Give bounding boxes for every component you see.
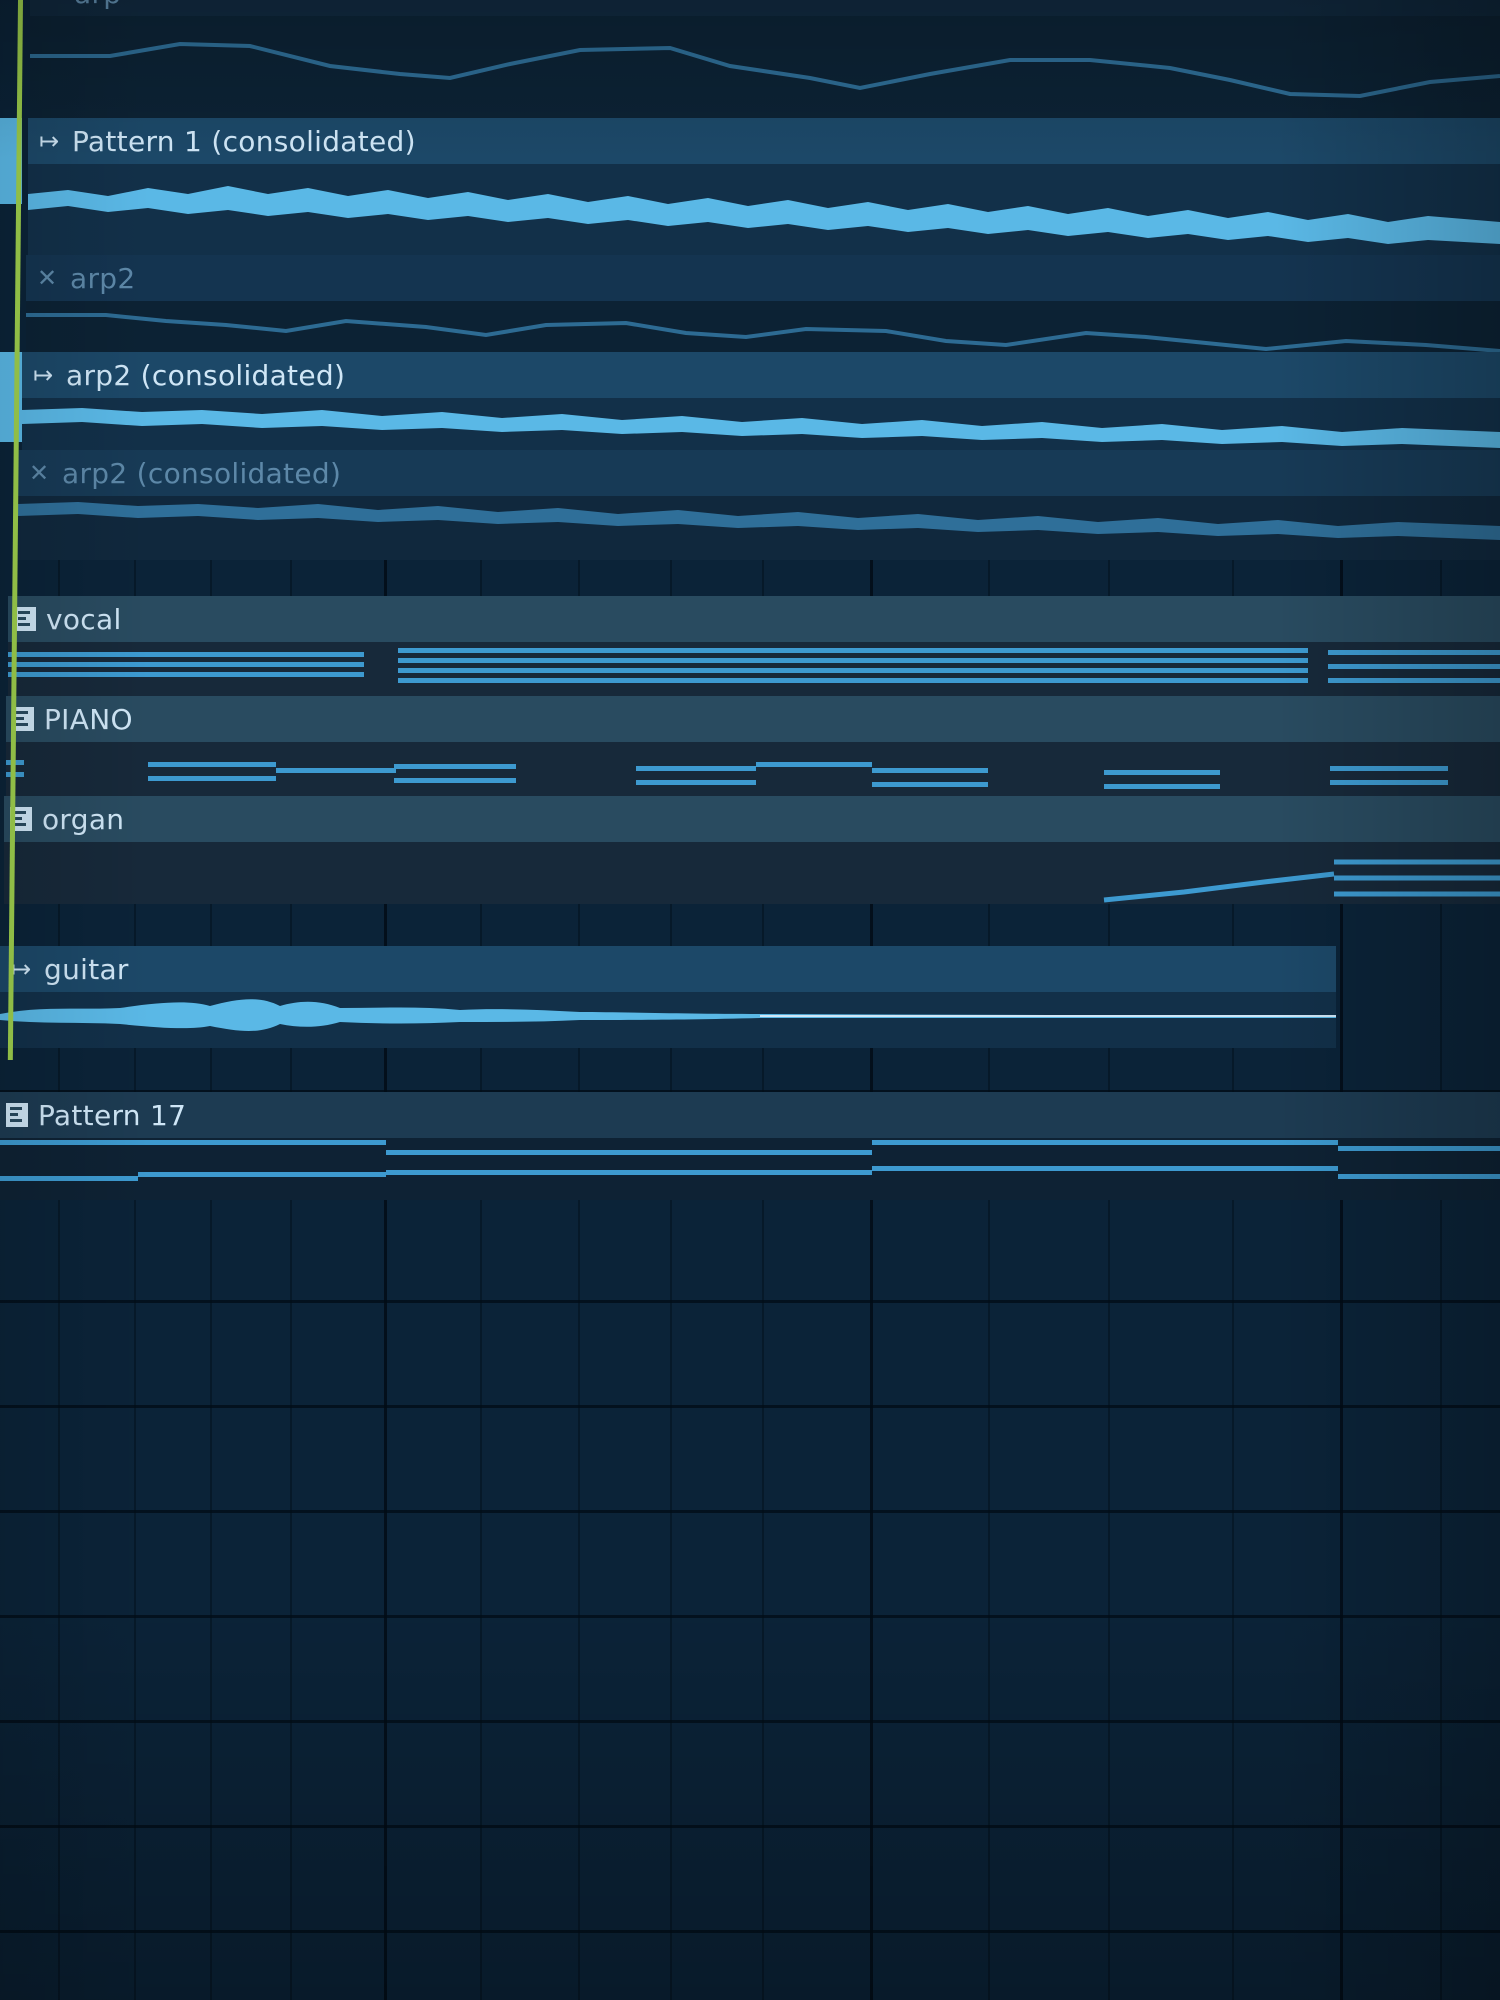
note	[148, 762, 276, 767]
clip-arp2-consolidated-muted[interactable]: ✕ arp2 (consolidated)	[18, 450, 1500, 560]
note	[386, 1150, 872, 1155]
note	[1330, 766, 1448, 771]
track-separator	[0, 1510, 1500, 1513]
note	[636, 780, 756, 785]
note	[872, 1166, 1338, 1171]
clip-label: Pattern 1 (consolidated)	[72, 124, 416, 158]
note	[276, 768, 396, 773]
track-separator	[0, 1405, 1500, 1408]
note	[1328, 650, 1500, 655]
waveform	[18, 502, 1500, 540]
note	[1104, 784, 1220, 789]
clip-label: vocal	[46, 602, 122, 636]
note	[872, 782, 988, 787]
muted-x-icon: ✕	[28, 459, 50, 487]
clip-guitar[interactable]: ↦ guitar	[0, 946, 1336, 1048]
note	[1330, 780, 1448, 785]
note-ramp	[1103, 859, 1500, 903]
clip-label: arp	[74, 0, 121, 10]
clip-label: PIANO	[44, 702, 133, 736]
clip-label: organ	[42, 802, 125, 836]
clip-arp[interactable]: ✕ arp	[30, 0, 1500, 120]
track-separator	[0, 1930, 1500, 1933]
clip-arp2[interactable]: ✕ arp2	[26, 255, 1500, 365]
clip-pattern-17[interactable]: Pattern 17	[0, 1092, 1500, 1200]
note	[872, 1140, 1338, 1145]
automation-curve	[30, 41, 1500, 99]
track-separator	[0, 1825, 1500, 1828]
note	[394, 778, 516, 783]
note	[394, 764, 516, 769]
track-separator	[0, 1615, 1500, 1618]
track-separator	[0, 1300, 1500, 1303]
note	[398, 658, 1308, 663]
note	[1104, 770, 1220, 775]
note	[872, 768, 988, 773]
pattern-icon	[6, 1103, 28, 1127]
playlist-area[interactable]: 15 ✕ arp ↦ Pattern 1 (consolidated) ✕ ar…	[0, 0, 1500, 2000]
waveform	[0, 999, 1336, 1031]
note	[148, 776, 276, 781]
clip-label: Pattern 17	[38, 1098, 187, 1132]
note	[1328, 678, 1500, 683]
note	[636, 766, 756, 771]
clip-label: arp2 (consolidated)	[62, 456, 342, 490]
note	[1338, 1174, 1500, 1179]
waveform	[28, 186, 1500, 244]
note	[8, 672, 364, 677]
note	[398, 678, 1308, 683]
clip-vocal[interactable]: vocal	[8, 596, 1500, 698]
clip-label: guitar	[44, 952, 129, 986]
clip-piano[interactable]: PIANO	[6, 696, 1500, 808]
note	[398, 648, 1308, 653]
note	[0, 1140, 386, 1145]
note	[0, 1176, 138, 1181]
note	[1338, 1146, 1500, 1151]
clip-arp2-consolidated[interactable]: ↦ arp2 (consolidated)	[22, 352, 1500, 462]
audio-clip-icon: ↦	[38, 127, 60, 155]
clip-pattern-1-consolidated[interactable]: ↦ Pattern 1 (consolidated)	[28, 118, 1500, 268]
clip-organ[interactable]: organ	[4, 796, 1500, 904]
note	[756, 762, 872, 767]
clip-label: arp2 (consolidated)	[66, 358, 346, 392]
note	[1328, 664, 1500, 669]
note	[398, 668, 1308, 673]
muted-x-icon: ✕	[36, 264, 58, 292]
note	[8, 662, 364, 667]
clip-label: arp2	[70, 261, 136, 295]
audio-clip-icon: ↦	[32, 361, 54, 389]
track-separator	[0, 1720, 1500, 1723]
note	[138, 1172, 386, 1177]
note	[8, 652, 364, 657]
pattern-icon	[14, 607, 36, 631]
note	[386, 1170, 872, 1175]
muted-x-icon: ✕	[36, 0, 66, 7]
